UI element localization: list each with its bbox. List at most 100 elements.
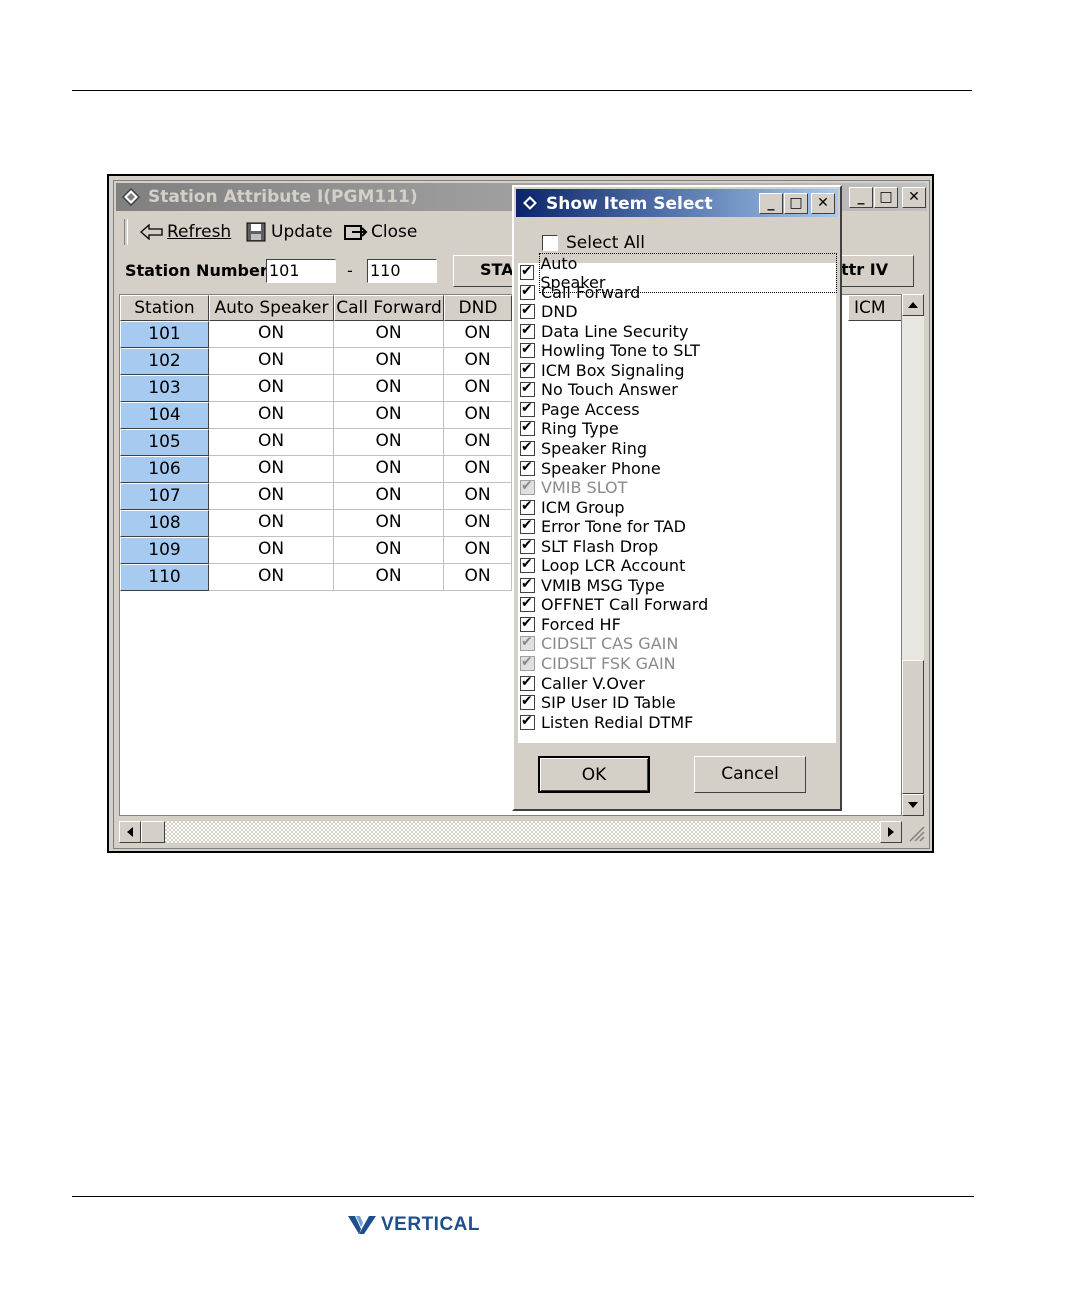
scroll-up-button[interactable] — [902, 294, 924, 316]
dialog-maximize-button[interactable]: □ — [784, 193, 808, 214]
cell-auto-speaker[interactable]: ON — [209, 321, 334, 348]
cell-auto-speaker[interactable]: ON — [209, 429, 334, 456]
scroll-right-button[interactable] — [880, 821, 902, 843]
station-from-input[interactable]: 101 — [266, 259, 336, 283]
dialog-minimize-button[interactable]: _ — [759, 193, 783, 214]
checklist-item[interactable]: ICM Group — [520, 498, 625, 517]
item-checkbox[interactable] — [520, 380, 535, 398]
checklist-item[interactable]: SIP User ID Table — [520, 693, 676, 712]
row-header-station[interactable]: 105 — [120, 429, 209, 456]
checklist-item[interactable]: Page Access — [520, 400, 640, 419]
cell-dnd[interactable]: ON — [444, 321, 512, 348]
checklist-item[interactable]: Listen Redial DTMF — [520, 713, 693, 732]
column-header-icm-box[interactable]: ICM Bo — [848, 295, 901, 321]
scroll-down-button[interactable] — [902, 794, 924, 816]
item-checkbox[interactable] — [520, 439, 535, 456]
cell-call-forward[interactable]: ON — [334, 402, 444, 429]
cell-auto-speaker[interactable]: ON — [209, 348, 334, 375]
item-checkbox[interactable] — [520, 713, 535, 730]
row-header-station[interactable]: 108 — [120, 510, 209, 537]
checklist-item[interactable]: Forced HF — [520, 615, 621, 634]
checklist-item[interactable]: Howling Tone to SLT — [520, 341, 700, 360]
row-header-station[interactable]: 102 — [120, 348, 209, 375]
cell-call-forward[interactable]: ON — [334, 510, 444, 537]
checklist-item[interactable]: Auto Speaker — [520, 252, 837, 293]
item-checkbox[interactable] — [520, 615, 535, 632]
row-header-station[interactable]: 109 — [120, 537, 209, 564]
checklist-item[interactable]: ICM Box Signaling — [520, 361, 685, 380]
cell-auto-speaker[interactable]: ON — [209, 483, 334, 510]
checklist-item[interactable]: Speaker Ring — [520, 439, 647, 458]
station-to-input[interactable]: 110 — [367, 259, 437, 283]
cell-dnd[interactable]: ON — [444, 348, 512, 375]
row-header-station[interactable]: 103 — [120, 375, 209, 402]
checklist-item[interactable]: Loop LCR Account — [520, 556, 685, 575]
item-checkbox[interactable] — [520, 341, 535, 359]
toolbar-grip[interactable] — [124, 219, 128, 245]
horizontal-scroll-thumb[interactable] — [141, 821, 165, 843]
item-checkbox[interactable] — [520, 576, 535, 593]
cell-call-forward[interactable]: ON — [334, 483, 444, 510]
checklist-item[interactable]: Call Forward — [520, 283, 640, 302]
column-header-station[interactable]: Station — [120, 295, 209, 321]
item-checkbox[interactable] — [520, 302, 535, 320]
ok-button[interactable]: OK — [538, 756, 650, 793]
cell-auto-speaker[interactable]: ON — [209, 564, 334, 591]
column-header-call-forward[interactable]: Call Forward — [334, 295, 444, 321]
cell-call-forward[interactable]: ON — [334, 375, 444, 402]
cancel-button[interactable]: Cancel — [694, 756, 806, 793]
cell-dnd[interactable]: ON — [444, 456, 512, 483]
cell-auto-speaker[interactable]: ON — [209, 456, 334, 483]
item-checkbox[interactable] — [520, 263, 535, 280]
cell-dnd[interactable]: ON — [444, 402, 512, 429]
cell-dnd[interactable]: ON — [444, 564, 512, 591]
item-checkbox[interactable] — [520, 674, 535, 691]
cell-call-forward[interactable]: ON — [334, 321, 444, 348]
item-checkbox[interactable] — [520, 322, 535, 339]
row-header-station[interactable]: 107 — [120, 483, 209, 510]
vertical-scrollbar[interactable] — [902, 294, 924, 816]
checklist-item[interactable]: OFFNET Call Forward — [520, 595, 708, 614]
cell-dnd[interactable]: ON — [444, 510, 512, 537]
item-checkbox[interactable] — [520, 283, 535, 300]
cell-dnd[interactable]: ON — [444, 429, 512, 456]
checklist-item[interactable]: No Touch Answer — [520, 380, 678, 399]
vertical-scroll-thumb[interactable] — [902, 660, 924, 794]
checklist-item[interactable]: Ring Type — [520, 419, 619, 438]
maximize-button[interactable]: □ — [874, 187, 898, 208]
checklist-item[interactable]: VMIB MSG Type — [520, 576, 665, 595]
checklist-item[interactable]: SLT Flash Drop — [520, 537, 658, 556]
cell-call-forward[interactable]: ON — [334, 564, 444, 591]
cell-dnd[interactable]: ON — [444, 537, 512, 564]
item-checkbox[interactable] — [520, 400, 535, 417]
item-checkbox[interactable] — [520, 556, 535, 574]
cell-call-forward[interactable]: ON — [334, 537, 444, 564]
item-checkbox[interactable] — [520, 498, 535, 515]
resize-grip-icon[interactable] — [904, 821, 926, 843]
checklist-item[interactable]: Caller V.Over — [520, 674, 645, 693]
item-checkbox[interactable] — [520, 419, 535, 437]
cell-auto-speaker[interactable]: ON — [209, 402, 334, 429]
select-all-checkbox[interactable] — [542, 235, 558, 251]
update-button[interactable]: Update — [246, 221, 333, 243]
row-header-station[interactable]: 106 — [120, 456, 209, 483]
cell-call-forward[interactable]: ON — [334, 348, 444, 375]
cell-auto-speaker[interactable]: ON — [209, 537, 334, 564]
dialog-titlebar[interactable]: Show Item Select _ □ ✕ — [516, 189, 838, 217]
item-checkbox[interactable] — [520, 459, 535, 476]
item-checkbox[interactable] — [520, 693, 535, 711]
close-button[interactable]: Close — [344, 221, 417, 243]
dialog-close-button[interactable]: ✕ — [811, 193, 835, 214]
checklist-item[interactable]: Data Line Security — [520, 322, 688, 341]
cell-call-forward[interactable]: ON — [334, 429, 444, 456]
cell-auto-speaker[interactable]: ON — [209, 510, 334, 537]
item-checkbox[interactable] — [520, 517, 535, 535]
row-header-station[interactable]: 110 — [120, 564, 209, 591]
checklist-item[interactable]: Speaker Phone — [520, 459, 661, 478]
item-checkbox[interactable] — [520, 537, 535, 554]
horizontal-scrollbar[interactable] — [119, 821, 902, 843]
minimize-button[interactable]: _ — [849, 187, 873, 208]
row-header-station[interactable]: 104 — [120, 402, 209, 429]
scroll-left-button[interactable] — [119, 821, 141, 843]
refresh-button[interactable]: Refresh — [140, 221, 231, 243]
